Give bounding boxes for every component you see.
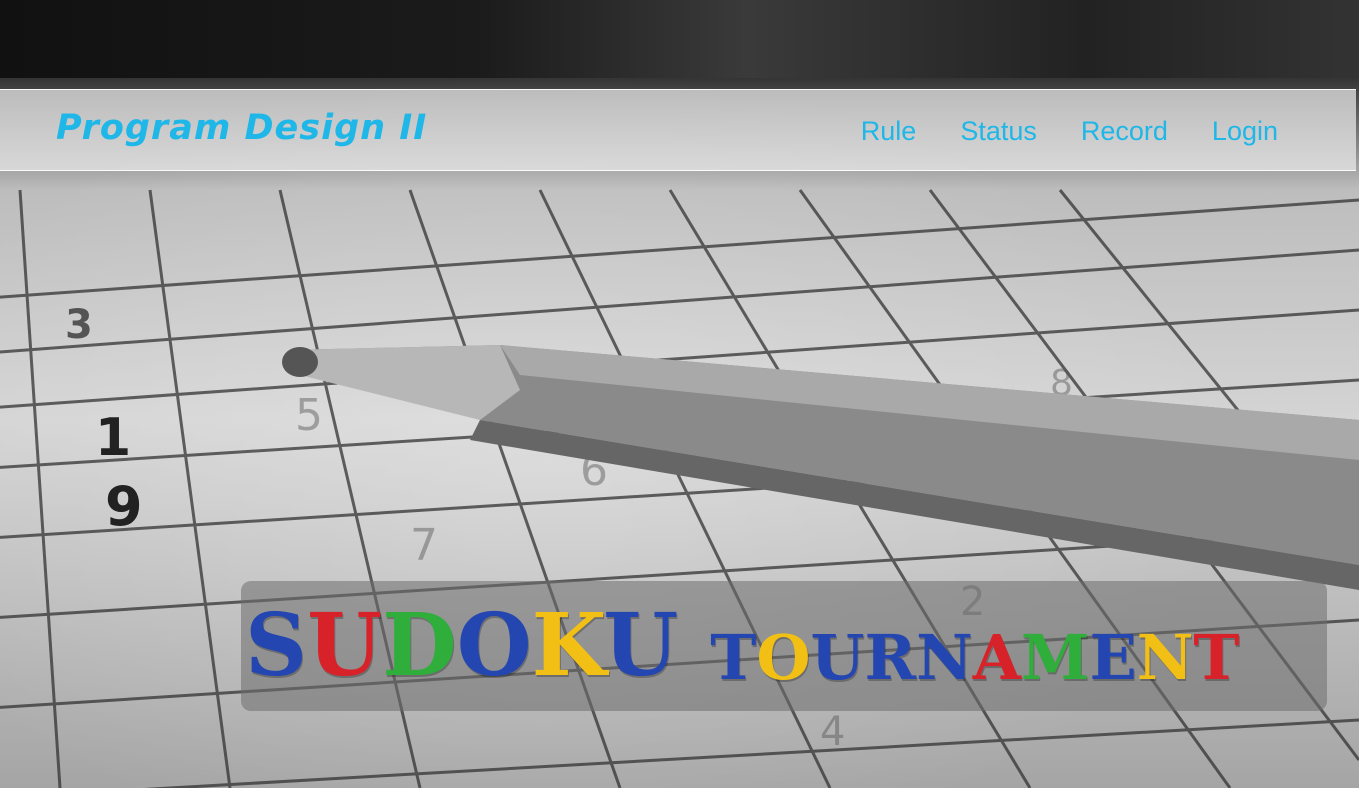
hero-title-letter: T [710,621,757,694]
nav-link-login[interactable]: Login [1212,116,1278,147]
hero-title-letter: K [531,595,604,696]
hero-title-letter: U [603,595,679,696]
grid-digit: 9 [105,475,143,538]
hero-title-word-tournament: TOURNAMENT [710,627,1239,689]
grid-digit: 4 [820,709,845,755]
hero-title-letter: O [456,595,532,696]
pencil-image [282,345,1359,590]
grid-digit: 7 [410,520,438,571]
nav-link-record[interactable]: Record [1081,116,1168,147]
hero-title-letter: R [864,621,917,694]
hero-title-letter: T [1193,621,1240,694]
hero-title-letter: N [1136,621,1194,694]
nav-link-status[interactable]: Status [960,116,1037,147]
hero-title-letter: E [1089,621,1137,694]
hero-title: SUDOKU TOURNAMENT [245,603,1240,689]
top-navbar: Program Design II Rule Status Record Log… [0,89,1356,171]
hero-title-letter: A [972,621,1021,694]
hero-title-word-sudoku: SUDOKU [245,603,678,689]
brand-title[interactable]: Program Design II [56,108,427,148]
hero-title-letter: D [382,595,457,696]
hero-title-banner: SUDOKU TOURNAMENT [241,581,1327,711]
nav-link-rule[interactable]: Rule [861,116,917,147]
grid-digit: 1 [95,408,131,468]
grid-digit: 3 [65,302,93,348]
grid-digit: 5 [295,390,323,441]
hero-title-letter: N [916,621,973,694]
nav-links: Rule Status Record Login [861,116,1278,147]
hero-title-letter: M [1020,621,1090,694]
hero-title-letter: O [756,621,811,694]
hero-title-letter: U [307,595,383,696]
hero-title-letter: U [810,621,865,694]
hero-title-letter: S [245,595,308,696]
